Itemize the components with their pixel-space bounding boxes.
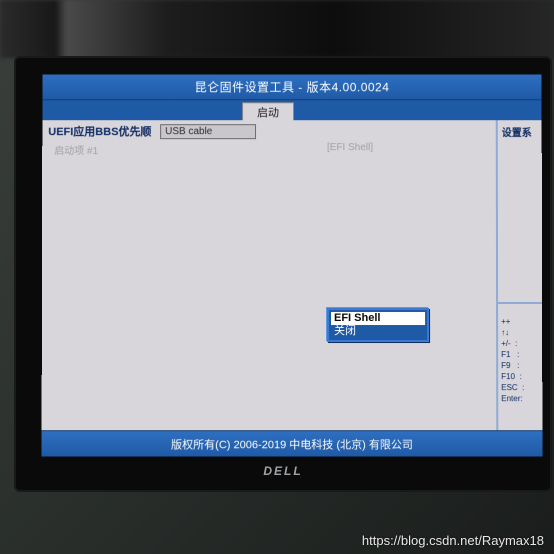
bios-screen: 昆仑固件设置工具 - 版本4.00.0024 启动 UEFI应用BBS优先顺 U…: [42, 74, 543, 456]
dropdown-option-efi-shell[interactable]: EFI Shell: [331, 312, 425, 325]
tab-row: 启动: [42, 100, 541, 120]
help-title: 设置系: [502, 124, 532, 139]
title-bar: 昆仑固件设置工具 - 版本4.00.0024: [42, 74, 541, 100]
tab-boot[interactable]: 启动: [242, 102, 294, 120]
boot-option-value: [EFI Shell]: [327, 142, 373, 153]
help-keys: ++ ↑↓ +/- : F1 : F9 : F10 : ESC : Enter:: [501, 316, 524, 404]
watermark-url: https://blog.csdn.net/Raymax18: [362, 533, 544, 548]
device-field[interactable]: USB cable: [160, 124, 256, 139]
uefi-heading: UEFI应用BBS优先顺: [48, 123, 151, 139]
monitor-bezel: 昆仑固件设置工具 - 版本4.00.0024 启动 UEFI应用BBS优先顺 U…: [14, 56, 552, 492]
background-rack: [0, 0, 554, 58]
device-field-value: USB cable: [165, 126, 212, 137]
copyright-text: 版权所有(C) 2006-2019 中电科技 (北京) 有限公司: [171, 436, 413, 452]
monitor-brand-logo: DELL: [263, 464, 302, 478]
content-area: UEFI应用BBS优先顺 USB cable 启动项 #1 [EFI Shell…: [42, 120, 543, 430]
boot-option-label[interactable]: 启动项 #1: [54, 142, 98, 157]
boot-option-dropdown[interactable]: EFI Shell 关闭: [327, 308, 429, 342]
footer-bar: 版权所有(C) 2006-2019 中电科技 (北京) 有限公司: [42, 430, 543, 456]
main-panel: UEFI应用BBS优先顺 USB cable 启动项 #1 [EFI Shell…: [42, 120, 499, 430]
title-text: 昆仑固件设置工具 - 版本4.00.0024: [195, 78, 390, 95]
help-panel: 设置系 ++ ↑↓ +/- : F1 : F9 : F10 : ESC : En…: [498, 120, 543, 430]
help-divider: [498, 302, 542, 304]
dropdown-option-disable[interactable]: 关闭: [331, 325, 425, 338]
tab-label: 启动: [257, 104, 279, 120]
